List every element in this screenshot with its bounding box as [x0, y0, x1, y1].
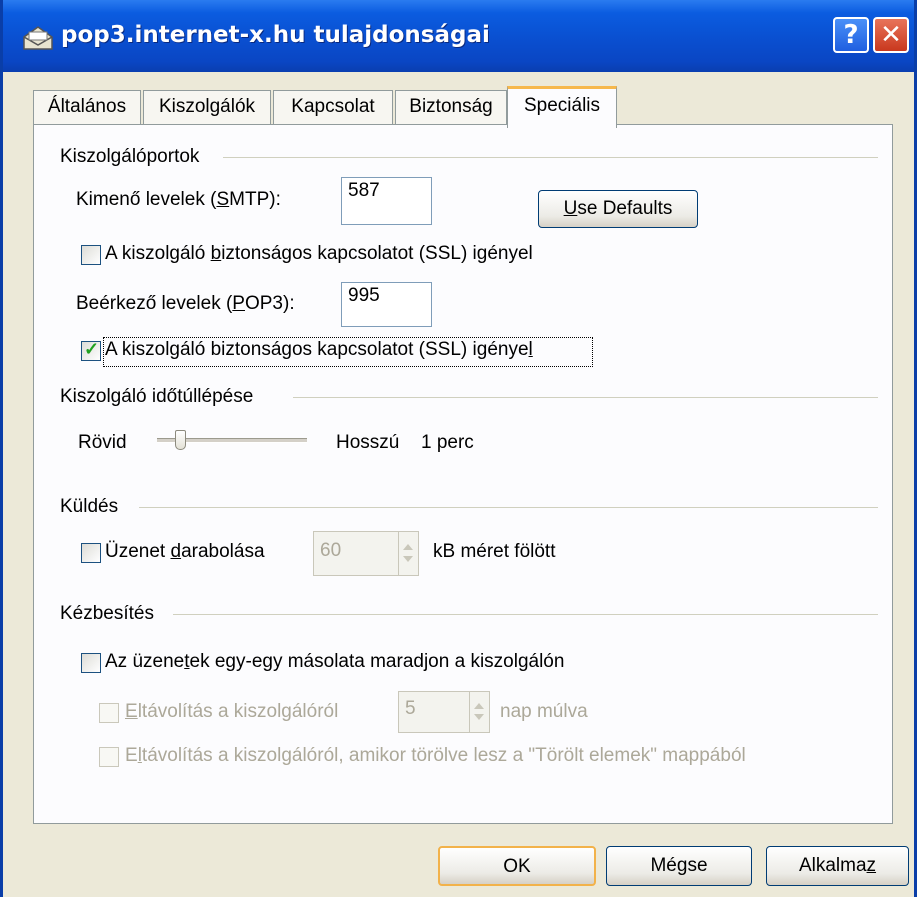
- help-button[interactable]: ?: [833, 17, 869, 53]
- pop3-ssl-checkbox[interactable]: ✓: [81, 339, 101, 361]
- apply-button[interactable]: Alkalmaz: [766, 846, 909, 886]
- delivery-group-label: Kézbesítés: [60, 603, 154, 624]
- pop3-ssl-label[interactable]: A kiszolgáló biztonságos kapcsolatot (SS…: [105, 339, 533, 361]
- split-size-spinner: [398, 532, 418, 575]
- sending-group-divider: [139, 507, 878, 508]
- tab-general[interactable]: Általános: [33, 90, 141, 124]
- use-defaults-button[interactable]: Use Defaults: [538, 190, 698, 228]
- delivery-group-divider: [173, 614, 878, 615]
- remove-deleted-checkbox: [99, 747, 119, 767]
- tab-servers[interactable]: Kiszolgálók: [143, 90, 271, 124]
- tab-connection[interactable]: Kapcsolat: [273, 90, 393, 124]
- close-icon: ✕: [880, 20, 902, 50]
- remove-after-label: Eltávolítás a kiszolgálóról: [125, 701, 339, 722]
- pop3-port-label: Beérkező levelek (POP3):: [76, 293, 295, 314]
- checkmark-icon: ✓: [84, 339, 100, 359]
- timeout-short-label: Rövid: [78, 432, 127, 453]
- ok-button[interactable]: OK: [438, 846, 596, 886]
- cancel-button[interactable]: Mégse: [606, 846, 752, 886]
- properties-dialog: pop3.internet-x.hu tulajdonságai ? ✕ Ált…: [0, 0, 917, 897]
- tab-security[interactable]: Biztonság: [395, 90, 507, 124]
- spin-down-icon: [403, 556, 413, 562]
- spin-up-icon: [403, 544, 413, 550]
- smtp-port-input[interactable]: 587: [341, 177, 432, 225]
- remove-days-spinner: [469, 692, 489, 732]
- split-size-suffix: kB méret fölött: [433, 541, 556, 562]
- smtp-ssl-checkbox[interactable]: [81, 245, 101, 265]
- remove-deleted-label: Eltávolítás a kiszolgálóról, amikor törö…: [125, 745, 746, 766]
- title-bar[interactable]: pop3.internet-x.hu tulajdonságai ? ✕: [3, 0, 914, 72]
- pop3-port-input[interactable]: 995: [341, 282, 432, 327]
- window-title: pop3.internet-x.hu tulajdonságai: [61, 22, 490, 48]
- remove-after-suffix: nap múlva: [500, 701, 588, 722]
- timeout-group-divider: [293, 397, 878, 398]
- split-message-checkbox[interactable]: [81, 543, 101, 563]
- timeout-value-label: 1 perc: [421, 432, 474, 453]
- spin-down-icon: [474, 714, 484, 720]
- keep-copy-checkbox[interactable]: [81, 653, 101, 673]
- smtp-port-label: Kimenő levelek (SMTP):: [76, 189, 281, 210]
- split-size-input: 60: [313, 531, 419, 576]
- help-icon: ?: [843, 20, 859, 50]
- keep-copy-label[interactable]: Az üzenetek egy-egy másolata maradjon a …: [105, 651, 564, 673]
- tab-advanced[interactable]: Speciális: [507, 86, 617, 128]
- spin-up-icon: [474, 703, 484, 709]
- remove-after-checkbox: [99, 703, 119, 723]
- mail-server-icon: [23, 26, 53, 50]
- timeout-long-label: Hosszú: [336, 432, 400, 453]
- timeout-group-label: Kiszolgáló időtúllépése: [60, 386, 254, 407]
- remove-after-days-input: 5: [398, 691, 490, 733]
- smtp-ssl-label[interactable]: A kiszolgáló biztonságos kapcsolatot (SS…: [105, 243, 533, 265]
- slider-thumb[interactable]: [174, 430, 186, 450]
- sending-group-label: Küldés: [60, 496, 119, 517]
- timeout-slider[interactable]: [153, 428, 313, 456]
- ports-group-divider: [223, 157, 878, 158]
- close-button[interactable]: ✕: [873, 17, 909, 53]
- split-message-label[interactable]: Üzenet darabolása: [105, 541, 265, 563]
- ports-group-label: Kiszolgálóportok: [60, 146, 200, 167]
